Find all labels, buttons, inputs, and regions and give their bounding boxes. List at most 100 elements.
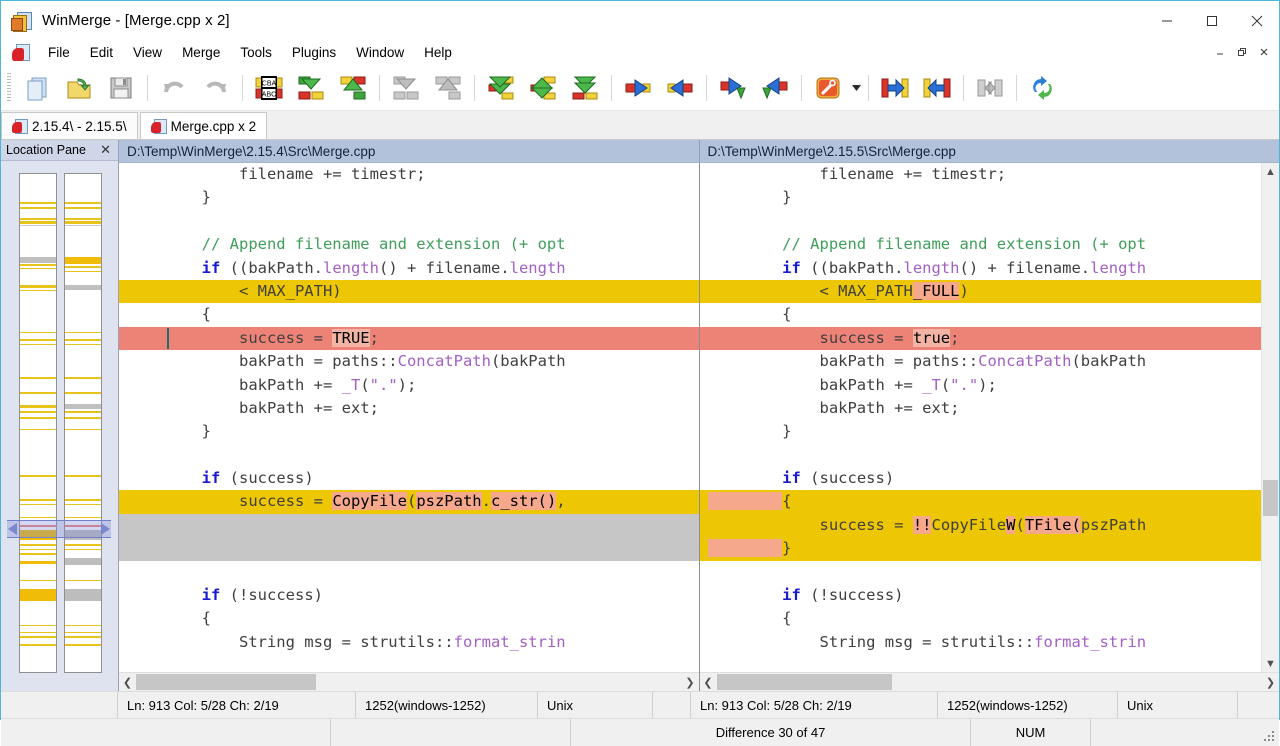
- next-diff-button[interactable]: [564, 68, 606, 108]
- code-line[interactable]: }: [700, 420, 1262, 443]
- close-button[interactable]: [1234, 1, 1279, 40]
- code-line[interactable]: {: [700, 303, 1262, 326]
- right-code-area[interactable]: filename += timestr; } // Append filenam…: [700, 163, 1262, 672]
- copy-left-down-button[interactable]: [754, 68, 796, 108]
- copy-right-down-button[interactable]: [712, 68, 754, 108]
- scroll-up-icon[interactable]: ▲: [1262, 163, 1279, 180]
- mdi-minimize-button[interactable]: [1209, 42, 1231, 62]
- options-button[interactable]: [807, 68, 849, 108]
- menu-view[interactable]: View: [124, 42, 171, 63]
- code-line[interactable]: success = true;: [700, 327, 1262, 350]
- code-line[interactable]: [700, 210, 1262, 233]
- copy-all-left-button[interactable]: [916, 68, 958, 108]
- code-line[interactable]: [700, 444, 1262, 467]
- toolbar-grip[interactable]: [7, 73, 11, 103]
- previous-diff-button[interactable]: [522, 68, 564, 108]
- location-pane-body[interactable]: [1, 161, 118, 692]
- copy-all-right-button[interactable]: [874, 68, 916, 108]
- code-line[interactable]: if (!success): [119, 584, 699, 607]
- left-hscroll-thumb[interactable]: [136, 674, 316, 690]
- scroll-down-icon[interactable]: ▼: [1262, 655, 1279, 672]
- location-column-left[interactable]: [19, 173, 57, 673]
- code-line[interactable]: {: [700, 490, 1262, 513]
- code-line[interactable]: // Append filename and extension (+ opt: [700, 233, 1262, 256]
- scroll-left-icon[interactable]: ❮: [700, 673, 717, 691]
- code-line[interactable]: bakPath += _T(".");: [700, 374, 1262, 397]
- code-line[interactable]: [119, 514, 699, 537]
- open-button[interactable]: [58, 68, 100, 108]
- code-line[interactable]: filename += timestr;: [700, 163, 1262, 186]
- left-code-area[interactable]: filename += timestr; } // Append filenam…: [119, 163, 699, 672]
- code-line[interactable]: < MAX_PATH): [119, 280, 699, 303]
- right-hscroll-track[interactable]: [717, 673, 1263, 691]
- undo-button[interactable]: [153, 68, 195, 108]
- code-line[interactable]: bakPath += ext;: [700, 397, 1262, 420]
- right-file-path[interactable]: D:\Temp\WinMerge\2.15.5\Src\Merge.cpp: [699, 140, 1280, 162]
- code-line[interactable]: {: [700, 607, 1262, 630]
- code-line[interactable]: success = !!CopyFileW(TFile(pszPath: [700, 514, 1262, 537]
- code-line[interactable]: String msg = strutils::format_strin: [119, 631, 699, 654]
- code-line[interactable]: [700, 561, 1262, 584]
- code-line[interactable]: if ((bakPath.length() + filename.length: [700, 257, 1262, 280]
- options-dropdown[interactable]: [849, 68, 863, 108]
- code-line[interactable]: if ((bakPath.length() + filename.length: [119, 257, 699, 280]
- code-line[interactable]: if (success): [700, 467, 1262, 490]
- menu-edit[interactable]: Edit: [81, 42, 122, 63]
- refresh-button[interactable]: [1022, 68, 1064, 108]
- menu-merge[interactable]: Merge: [173, 42, 229, 63]
- copy-right-advance-button[interactable]: [617, 68, 659, 108]
- code-line[interactable]: [119, 444, 699, 467]
- new-button[interactable]: [16, 68, 58, 108]
- copy-right-button[interactable]: [290, 68, 332, 108]
- code-line[interactable]: success = TRUE;: [119, 327, 699, 350]
- menu-help[interactable]: Help: [415, 42, 461, 63]
- scroll-left-icon[interactable]: ❮: [119, 673, 136, 691]
- location-viewport-indicator[interactable]: [7, 520, 111, 538]
- compare-button[interactable]: CBA ABC: [248, 68, 290, 108]
- tab-folder-compare[interactable]: 2.15.4\ - 2.15.5\: [1, 112, 138, 139]
- code-line[interactable]: [119, 537, 699, 560]
- toggle-whitespace-button[interactable]: [969, 68, 1011, 108]
- code-line[interactable]: {: [119, 303, 699, 326]
- code-line[interactable]: success = CopyFile(pszPath.c_str(),: [119, 490, 699, 513]
- right-hscroll-thumb[interactable]: [717, 674, 892, 690]
- location-column-right[interactable]: [64, 173, 102, 673]
- close-icon[interactable]: ✕: [97, 142, 114, 158]
- maximize-button[interactable]: [1189, 1, 1234, 40]
- resize-grip[interactable]: [1264, 731, 1276, 743]
- copy-left-disabled-button[interactable]: [427, 68, 469, 108]
- first-diff-button[interactable]: [480, 68, 522, 108]
- left-horizontal-scrollbar[interactable]: ❮ ❯: [119, 672, 699, 691]
- tab-file-compare[interactable]: Merge.cpp x 2: [140, 112, 268, 139]
- vertical-scrollbar[interactable]: ▲ ▼: [1261, 163, 1279, 672]
- copy-left-button[interactable]: [332, 68, 374, 108]
- menu-file[interactable]: File: [39, 42, 79, 63]
- code-line[interactable]: if (!success): [700, 584, 1262, 607]
- code-line[interactable]: {: [119, 607, 699, 630]
- code-line[interactable]: bakPath += ext;: [119, 397, 699, 420]
- left-hscroll-track[interactable]: [136, 673, 682, 691]
- vscroll-thumb[interactable]: [1263, 480, 1278, 516]
- left-file-path[interactable]: D:\Temp\WinMerge\2.15.4\Src\Merge.cpp: [119, 140, 699, 162]
- code-line[interactable]: bakPath = paths::ConcatPath(bakPath: [119, 350, 699, 373]
- menu-plugins[interactable]: Plugins: [283, 42, 345, 63]
- code-line[interactable]: }: [119, 186, 699, 209]
- code-line[interactable]: String msg = strutils::format_strin: [700, 631, 1262, 654]
- menu-tools[interactable]: Tools: [231, 42, 281, 63]
- code-line[interactable]: bakPath = paths::ConcatPath(bakPath: [700, 350, 1262, 373]
- menu-window[interactable]: Window: [347, 42, 413, 63]
- scroll-right-icon[interactable]: ❯: [1262, 673, 1279, 691]
- code-line[interactable]: }: [700, 537, 1262, 560]
- right-horizontal-scrollbar[interactable]: ❮ ❯: [700, 672, 1280, 691]
- code-line[interactable]: [119, 210, 699, 233]
- code-line[interactable]: // Append filename and extension (+ opt: [119, 233, 699, 256]
- vscroll-track[interactable]: [1262, 180, 1279, 655]
- save-button[interactable]: [100, 68, 142, 108]
- code-line[interactable]: < MAX_PATH_FULL): [700, 280, 1262, 303]
- copy-right-disabled-button[interactable]: [385, 68, 427, 108]
- copy-left-advance-button[interactable]: [659, 68, 701, 108]
- code-line[interactable]: bakPath += _T(".");: [119, 374, 699, 397]
- scroll-right-icon[interactable]: ❯: [682, 673, 699, 691]
- code-line[interactable]: [119, 561, 699, 584]
- code-line[interactable]: if (success): [119, 467, 699, 490]
